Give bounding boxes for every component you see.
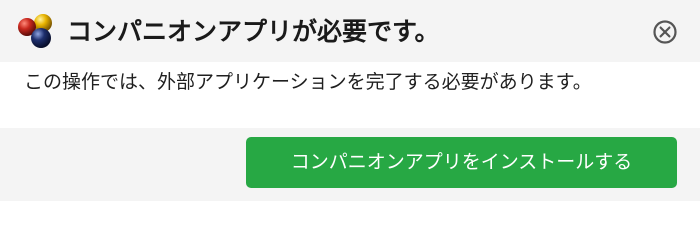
- dialog-footer: コンパニオンアプリをインストールする: [0, 128, 700, 201]
- install-companion-app-button[interactable]: コンパニオンアプリをインストールする: [246, 137, 677, 188]
- dialog-header: コンパニオンアプリが必要です。: [0, 0, 700, 62]
- companion-app-dialog: コンパニオンアプリが必要です。 この操作では、外部アプリケーションを完了する必要…: [0, 0, 700, 201]
- close-icon[interactable]: [652, 19, 678, 45]
- dialog-message: この操作では、外部アプリケーションを完了する必要があります。: [24, 71, 592, 93]
- dialog-title: コンパニオンアプリが必要です。: [67, 17, 440, 46]
- three-spheres-logo-icon: [18, 14, 52, 48]
- dialog-body: この操作では、外部アプリケーションを完了する必要があります。: [0, 62, 700, 128]
